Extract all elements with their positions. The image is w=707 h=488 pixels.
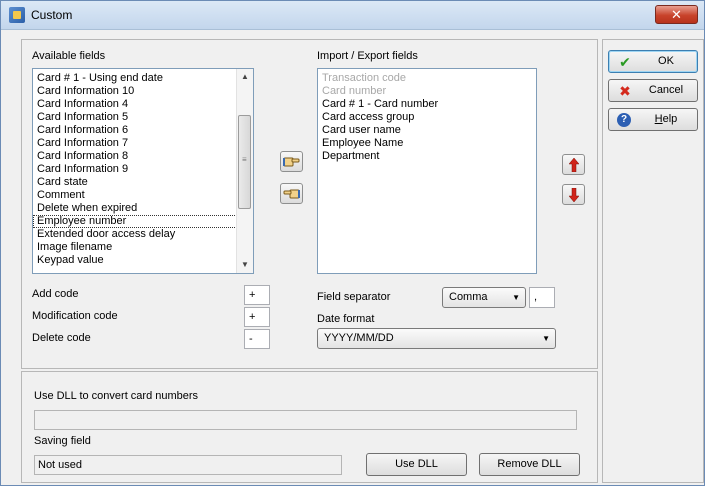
help-label-rest: elp: [662, 113, 678, 125]
remove-field-button[interactable]: [280, 183, 303, 204]
add-code-label: Add code: [32, 288, 79, 300]
add-field-button[interactable]: [280, 151, 303, 172]
scroll-thumb[interactable]: ≡: [238, 115, 251, 209]
modification-code-label: Modification code: [32, 310, 118, 322]
cancel-button[interactable]: ✖ Cancel: [608, 79, 698, 102]
list-item[interactable]: Card # 1 - Card number: [318, 98, 536, 111]
list-item[interactable]: Card state: [33, 176, 253, 189]
list-item[interactable]: Employee number: [33, 215, 247, 228]
remove-dll-button[interactable]: Remove DLL: [479, 453, 580, 476]
field-separator-select[interactable]: Comma ▼: [442, 287, 526, 308]
available-fields-label: Available fields: [32, 50, 106, 62]
date-format-label: Date format: [317, 313, 375, 325]
help-icon: ?: [617, 113, 631, 127]
chevron-down-icon: ▼: [512, 293, 520, 302]
move-up-button[interactable]: [562, 154, 585, 175]
check-icon: ✔: [619, 54, 631, 70]
list-item[interactable]: Image filename: [33, 241, 253, 254]
list-item[interactable]: Card access group: [318, 111, 536, 124]
scroll-up-icon[interactable]: ▲: [237, 69, 253, 85]
list-item[interactable]: Comment: [33, 189, 253, 202]
help-button[interactable]: ? Help: [608, 108, 698, 131]
hand-right-icon: [283, 157, 300, 167]
list-item[interactable]: Card Information 9: [33, 163, 253, 176]
list-item[interactable]: Card user name: [318, 124, 536, 137]
list-item[interactable]: Card Information 7: [33, 137, 253, 150]
ok-button[interactable]: ✔ OK: [608, 50, 698, 73]
list-item[interactable]: Card Information 10: [33, 85, 253, 98]
hand-left-icon: [283, 189, 300, 199]
list-item[interactable]: Card Information 8: [33, 150, 253, 163]
delete-code-label: Delete code: [32, 332, 91, 344]
list-item[interactable]: Employee Name: [318, 137, 536, 150]
list-item[interactable]: Keypad value: [33, 254, 253, 267]
list-item[interactable]: Card Information 6: [33, 124, 253, 137]
dll-panel: Use DLL to convert card numbers Saving f…: [21, 371, 598, 483]
saving-field-label: Saving field: [34, 435, 91, 447]
field-separator-value: Comma: [449, 291, 488, 303]
date-format-value: YYYY/MM/DD: [324, 332, 394, 344]
available-fields-list[interactable]: Card # 1 - Using end date Card Informatio…: [32, 68, 254, 274]
custom-dialog: Custom ✕ Available fields Card # 1 - Usi…: [0, 0, 705, 486]
move-down-button[interactable]: [562, 184, 585, 205]
scroll-down-icon[interactable]: ▼: [237, 257, 253, 273]
arrow-down-icon: [567, 187, 580, 203]
fields-panel: Available fields Card # 1 - Using end da…: [21, 39, 598, 369]
delete-code-input[interactable]: -: [244, 329, 270, 349]
ok-label: OK: [658, 55, 674, 67]
list-item[interactable]: Delete when expired: [33, 202, 253, 215]
dll-label: Use DLL to convert card numbers: [34, 390, 199, 402]
window-title: Custom: [31, 8, 73, 22]
list-item[interactable]: Transaction code: [318, 72, 536, 85]
import-export-fields-label: Import / Export fields: [317, 50, 418, 62]
modification-code-input[interactable]: +: [244, 307, 270, 327]
add-code-input[interactable]: +: [244, 285, 270, 305]
help-label-mnemonic: H: [654, 113, 663, 125]
chevron-down-icon: ▼: [542, 334, 550, 343]
date-format-select[interactable]: YYYY/MM/DD ▼: [317, 328, 556, 349]
arrow-up-icon: [567, 157, 580, 173]
saving-field-value: Not used: [34, 455, 342, 475]
list-item[interactable]: Extended door access delay: [33, 228, 253, 241]
list-item[interactable]: Card Information 4: [33, 98, 253, 111]
list-item[interactable]: Department: [318, 150, 536, 163]
list-item[interactable]: Card number: [318, 85, 536, 98]
use-dll-button[interactable]: Use DLL: [366, 453, 467, 476]
available-fields-scrollbar[interactable]: ▲ ≡ ▼: [236, 69, 253, 273]
help-label: Help: [635, 109, 697, 130]
separator-char-input[interactable]: ,: [529, 287, 555, 308]
close-button[interactable]: ✕: [655, 5, 698, 24]
import-export-fields-list[interactable]: Transaction code Card number Card # 1 - Ca…: [317, 68, 537, 274]
grip-icon: ≡: [242, 155, 247, 164]
cancel-label: Cancel: [648, 84, 684, 96]
cross-icon: ✖: [619, 83, 631, 99]
list-item[interactable]: Card # 1 - Using end date: [33, 72, 253, 85]
list-item[interactable]: Card Information 5: [33, 111, 253, 124]
field-separator-label: Field separator: [317, 291, 391, 303]
dll-path-field: [34, 410, 577, 430]
action-panel: ✔ OK ✖ Cancel ? Help: [602, 39, 704, 483]
app-icon: [9, 7, 25, 23]
title-bar: Custom ✕: [1, 1, 704, 30]
